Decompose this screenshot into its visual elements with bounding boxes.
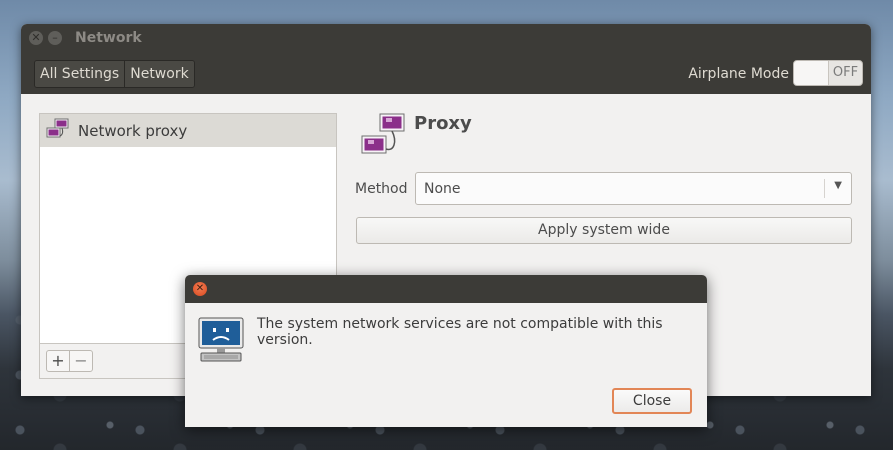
window-title: Network bbox=[75, 30, 142, 46]
airplane-mode-toggle[interactable]: OFF bbox=[793, 60, 863, 86]
method-selected-value: None bbox=[424, 181, 461, 197]
dialog-message: The system network services are not comp… bbox=[257, 316, 663, 348]
select-divider bbox=[824, 179, 825, 198]
airplane-mode-label: Airplane Mode bbox=[688, 66, 789, 82]
method-label: Method bbox=[355, 181, 408, 197]
remove-connection-button[interactable]: − bbox=[69, 350, 93, 372]
list-item-label: Network proxy bbox=[78, 121, 188, 140]
breadcrumb-all-settings[interactable]: All Settings bbox=[35, 61, 125, 87]
breadcrumb: All Settings Network bbox=[34, 60, 195, 88]
chevron-down-icon: ▼ bbox=[834, 180, 842, 191]
window-minimize-button[interactable]: – bbox=[48, 31, 62, 45]
breadcrumb-network[interactable]: Network bbox=[124, 61, 194, 87]
close-button[interactable]: Close bbox=[612, 388, 692, 414]
dialog-titlebar: ✕ bbox=[185, 275, 707, 303]
network-error-computer-icon bbox=[197, 315, 247, 369]
error-dialog: ✕ The system network services are not co… bbox=[185, 275, 707, 427]
network-proxy-icon bbox=[46, 118, 70, 144]
list-item-network-proxy[interactable]: Network proxy bbox=[40, 114, 336, 147]
proxy-title: Proxy bbox=[414, 113, 472, 134]
window-close-button[interactable]: ✕ bbox=[29, 31, 43, 45]
proxy-icon bbox=[358, 109, 408, 163]
dialog-close-icon[interactable]: ✕ bbox=[193, 282, 207, 296]
window-titlebar: ✕ – Network All Settings Network Airplan… bbox=[21, 24, 871, 94]
add-connection-button[interactable]: + bbox=[46, 350, 70, 372]
toggle-knob[interactable] bbox=[794, 61, 829, 85]
apply-system-wide-button[interactable]: Apply system wide bbox=[356, 217, 852, 244]
method-select[interactable]: None ▼ bbox=[415, 172, 852, 205]
toggle-state-text: OFF bbox=[832, 65, 859, 80]
